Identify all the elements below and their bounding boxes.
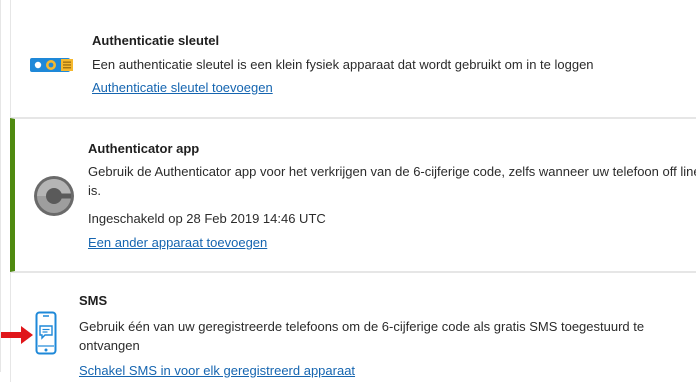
security-key-description: Een authenticatie sleutel is een klein f…	[92, 57, 594, 72]
add-security-key-link[interactable]: Authenticatie sleutel toevoegen	[92, 80, 273, 95]
sms-description: Gebruik één van uw geregistreerde telefo…	[79, 319, 645, 353]
sms-card: SMS Gebruik één van uw geregistreerde te…	[1, 272, 696, 382]
pointer-arrow-icon	[1, 326, 33, 344]
add-another-device-link[interactable]: Een ander apparaat toevoegen	[88, 235, 267, 250]
phone-sms-icon	[35, 311, 57, 355]
authenticator-app-description: Gebruik de Authenticator app voor het ve…	[88, 164, 696, 198]
security-key-card: Authenticatie sleutel Een authenticatie …	[10, 0, 696, 118]
security-key-title: Authenticatie sleutel	[92, 33, 220, 48]
authenticator-app-status: Ingeschakeld op 28 Feb 2019 14:46 UTC	[88, 211, 326, 226]
authenticator-icon	[34, 176, 74, 216]
usb-key-icon	[30, 58, 73, 72]
sms-title: SMS	[79, 293, 108, 308]
page-left-border	[0, 0, 1, 372]
authenticator-app-card: Authenticator app Gebruik de Authenticat…	[10, 118, 696, 272]
authenticator-app-title: Authenticator app	[88, 141, 200, 156]
enable-sms-link[interactable]: Schakel SMS in voor elk geregistreerd ap…	[79, 363, 355, 378]
